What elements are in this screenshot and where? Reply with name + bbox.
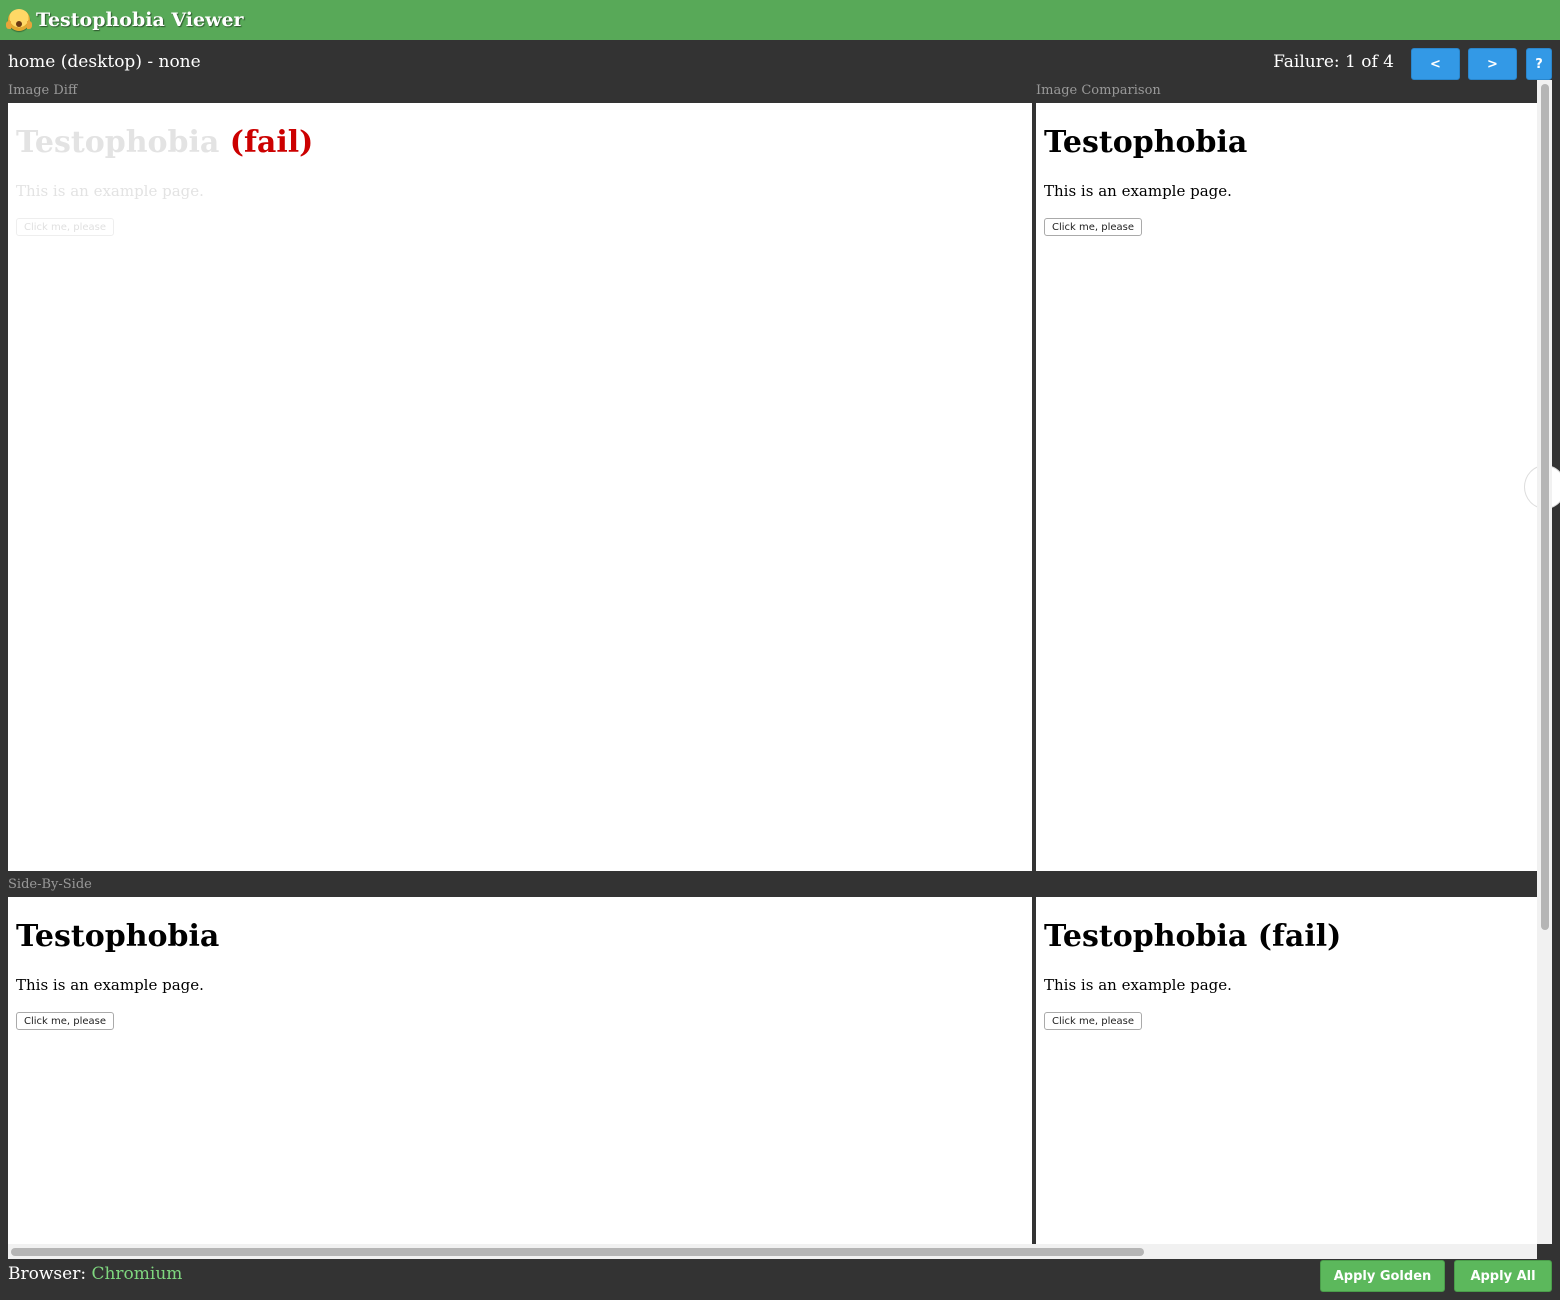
test-heading: Testophobia (fail) bbox=[1044, 919, 1342, 954]
comparison-sample-button: Click me, please bbox=[1044, 218, 1143, 236]
apply-all-button[interactable]: Apply All bbox=[1454, 1260, 1552, 1292]
image-comparison-panel[interactable]: Testophobia This is an example page. Cli… bbox=[1036, 103, 1537, 871]
test-sample-button: Click me, please bbox=[1044, 1012, 1143, 1030]
failure-counter: Failure: 1 of 4 bbox=[1273, 52, 1394, 72]
diff-heading-text: Testophobia bbox=[16, 125, 220, 160]
previous-failure-button[interactable]: < bbox=[1411, 48, 1460, 80]
image-diff-panel: Testophobia (fail) This is an example pa… bbox=[8, 103, 1032, 871]
image-diff-label: Image Diff bbox=[8, 83, 78, 98]
test-paragraph: This is an example page. bbox=[1044, 976, 1232, 994]
browser-name: Chromium bbox=[91, 1264, 183, 1284]
comparison-paragraph: This is an example page. bbox=[1044, 182, 1232, 200]
face-screaming-in-fear-icon bbox=[6, 9, 32, 31]
golden-sample-button: Click me, please bbox=[16, 1012, 115, 1030]
comparison-heading: Testophobia bbox=[1044, 125, 1248, 160]
golden-image-panel: Testophobia This is an example page. Cli… bbox=[8, 897, 1032, 1244]
diff-sample-button: Click me, please bbox=[16, 218, 115, 236]
next-failure-button[interactable]: > bbox=[1468, 48, 1517, 80]
browser-info: Browser: Chromium bbox=[8, 1264, 182, 1284]
app-title: Testophobia Viewer bbox=[36, 9, 244, 31]
diff-heading: Testophobia (fail) bbox=[16, 125, 313, 160]
test-image-panel: Testophobia (fail) This is an example pa… bbox=[1036, 897, 1537, 1244]
test-name: home (desktop) - none bbox=[8, 52, 201, 72]
apply-golden-button[interactable]: Apply Golden bbox=[1320, 1260, 1445, 1292]
golden-heading: Testophobia bbox=[16, 919, 220, 954]
diff-fail-highlight: (fail) bbox=[229, 125, 314, 160]
help-button[interactable]: ? bbox=[1526, 48, 1552, 80]
vertical-scrollbar-thumb[interactable] bbox=[1541, 84, 1549, 930]
image-comparison-label: Image Comparison bbox=[1036, 83, 1161, 98]
browser-prefix: Browser: bbox=[8, 1264, 87, 1284]
golden-paragraph: This is an example page. bbox=[16, 976, 204, 994]
diff-paragraph: This is an example page. bbox=[16, 182, 204, 200]
side-by-side-label: Side-By-Side bbox=[8, 877, 92, 892]
app-header: Testophobia Viewer bbox=[0, 0, 1560, 40]
horizontal-scrollbar-thumb[interactable] bbox=[11, 1248, 1144, 1256]
